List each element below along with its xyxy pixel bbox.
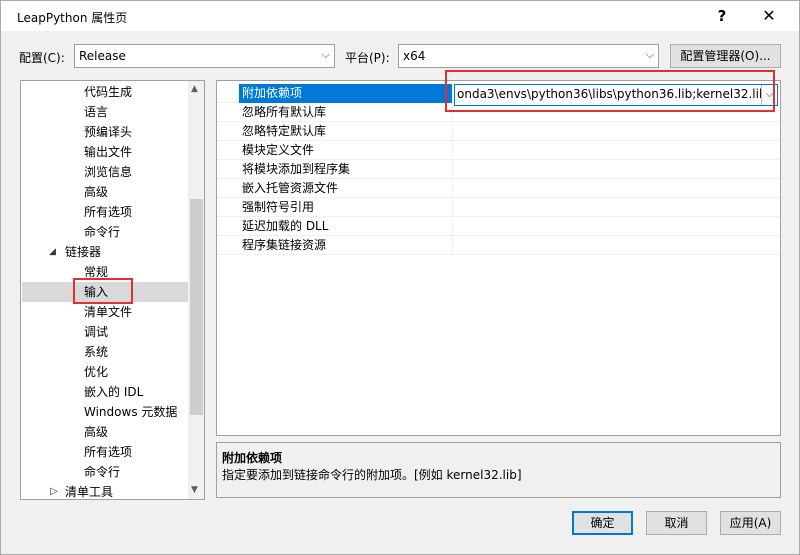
category-tree[interactable]: 代码生成 语言 预编译头 输出文件 浏览信息 高级 所有选项 命令行 ◢ 链接器… bbox=[20, 80, 205, 500]
platform-select[interactable]: x64 ⌵ bbox=[398, 44, 659, 68]
property-row[interactable]: 延迟加载的 DLL bbox=[217, 217, 780, 236]
tree-item-manifest-tool[interactable]: 清单工具 bbox=[65, 482, 113, 499]
property-row[interactable]: 将模块添加到程序集 bbox=[217, 160, 780, 179]
property-pages-dialog: LeapPython 属性页 ? ✕ 配置(C): Release ⌵ 平台(P… bbox=[0, 0, 800, 555]
cancel-button[interactable]: 取消 bbox=[646, 511, 707, 535]
tree-item-embedded-idl[interactable]: 嵌入的 IDL bbox=[84, 382, 143, 402]
tree-item-command-line[interactable]: 命令行 bbox=[84, 222, 120, 242]
scroll-down-icon[interactable]: ▼ bbox=[191, 485, 198, 495]
tree-item-browse-info[interactable]: 浏览信息 bbox=[84, 162, 132, 182]
tree-item-output-files[interactable]: 输出文件 bbox=[84, 142, 132, 162]
property-value-cell[interactable] bbox=[454, 236, 780, 255]
property-value-cell[interactable] bbox=[454, 217, 780, 236]
tree-item-language[interactable]: 语言 bbox=[84, 102, 108, 122]
tree-item-optimization[interactable]: 优化 bbox=[84, 362, 108, 382]
property-row[interactable]: 附加依赖项 onda3\envs\python36\libs\python36.… bbox=[217, 84, 780, 106]
property-grid: 附加依赖项 onda3\envs\python36\libs\python36.… bbox=[216, 80, 781, 436]
tree-item-system[interactable]: 系统 bbox=[84, 342, 108, 362]
collapsed-arrow-icon[interactable]: ▷ bbox=[50, 486, 58, 497]
tree-item-linker-all-options[interactable]: 所有选项 bbox=[84, 442, 132, 462]
scrollbar-thumb[interactable] bbox=[190, 199, 203, 415]
config-value: Release bbox=[79, 49, 126, 63]
property-name[interactable]: 程序集链接资源 bbox=[239, 236, 453, 255]
property-row[interactable]: 嵌入托管资源文件 bbox=[217, 179, 780, 198]
property-name[interactable]: 强制符号引用 bbox=[239, 198, 453, 217]
property-name[interactable]: 忽略所有默认库 bbox=[239, 103, 453, 122]
apply-button[interactable]: 应用(A) bbox=[720, 511, 781, 535]
property-value-cell[interactable] bbox=[454, 198, 780, 217]
window-title: LeapPython 属性页 bbox=[17, 11, 128, 25]
tree-item-advanced[interactable]: 高级 bbox=[84, 182, 108, 202]
property-value-cell[interactable]: onda3\envs\python36\libs\python36.lib;ke… bbox=[454, 84, 780, 106]
config-select[interactable]: Release ⌵ bbox=[74, 44, 335, 68]
tree-item-linker[interactable]: 链接器 bbox=[65, 242, 101, 262]
title-bar: LeapPython 属性页 ? ✕ bbox=[1, 1, 799, 31]
tree-item-windows-metadata[interactable]: Windows 元数据 bbox=[84, 402, 177, 422]
tree-item-linker-general[interactable]: 常规 bbox=[84, 262, 108, 282]
description-text: 指定要添加到链接命令行的附加项。[例如 kernel32.lib] bbox=[222, 468, 522, 482]
property-row[interactable]: 忽略所有默认库 bbox=[217, 103, 780, 122]
property-name[interactable]: 延迟加载的 DLL bbox=[239, 217, 453, 236]
property-name[interactable]: 嵌入托管资源文件 bbox=[239, 179, 453, 198]
expanded-arrow-icon[interactable]: ◢ bbox=[49, 247, 56, 257]
platform-label: 平台(P): bbox=[345, 51, 390, 65]
chevron-down-icon: ⌵ bbox=[321, 48, 330, 61]
tree-item-all-options[interactable]: 所有选项 bbox=[84, 202, 132, 222]
tree-item-linker-command-line[interactable]: 命令行 bbox=[84, 462, 120, 482]
config-manager-button[interactable]: 配置管理器(O)... bbox=[670, 44, 781, 68]
property-value-cell[interactable] bbox=[454, 141, 780, 160]
tree-item-linker-input[interactable]: 输入 bbox=[84, 282, 108, 302]
close-icon[interactable]: ✕ bbox=[757, 5, 781, 27]
property-name[interactable]: 模块定义文件 bbox=[239, 141, 453, 160]
property-row[interactable]: 忽略特定默认库 bbox=[217, 122, 780, 141]
chevron-down-icon: ⌵ bbox=[645, 48, 654, 61]
property-row[interactable]: 程序集链接资源 bbox=[217, 236, 780, 255]
additional-dependencies-value: onda3\envs\python36\libs\python36.lib;ke… bbox=[457, 87, 778, 101]
help-icon[interactable]: ? bbox=[710, 5, 734, 27]
property-name[interactable]: 将模块添加到程序集 bbox=[239, 160, 453, 179]
scroll-up-icon[interactable]: ▲ bbox=[191, 84, 198, 94]
chevron-down-icon[interactable]: ⌵ bbox=[761, 85, 777, 105]
property-value-cell[interactable] bbox=[454, 179, 780, 198]
property-row[interactable]: 模块定义文件 bbox=[217, 141, 780, 160]
config-label: 配置(C): bbox=[19, 51, 65, 65]
tree-item-precompiled-header[interactable]: 预编译头 bbox=[84, 122, 132, 142]
platform-value: x64 bbox=[403, 49, 426, 63]
tree-item-linker-advanced[interactable]: 高级 bbox=[84, 422, 108, 442]
property-value-cell[interactable] bbox=[454, 103, 780, 122]
property-name[interactable]: 附加依赖项 bbox=[239, 84, 453, 103]
property-row[interactable]: 强制符号引用 bbox=[217, 198, 780, 217]
tree-item-manifest-file[interactable]: 清单文件 bbox=[84, 302, 132, 322]
description-pane: 附加依赖项 指定要添加到链接命令行的附加项。[例如 kernel32.lib] bbox=[216, 442, 781, 498]
tree-item-codegen[interactable]: 代码生成 bbox=[84, 82, 132, 102]
ok-button[interactable]: 确定 bbox=[572, 511, 633, 535]
property-value-cell[interactable] bbox=[454, 160, 780, 179]
tree-scrollbar[interactable]: ▲ ▼ bbox=[188, 81, 204, 499]
tree-item-debugging[interactable]: 调试 bbox=[84, 322, 108, 342]
property-name[interactable]: 忽略特定默认库 bbox=[239, 122, 453, 141]
property-value-cell[interactable] bbox=[454, 122, 780, 141]
description-title: 附加依赖项 bbox=[222, 451, 283, 465]
